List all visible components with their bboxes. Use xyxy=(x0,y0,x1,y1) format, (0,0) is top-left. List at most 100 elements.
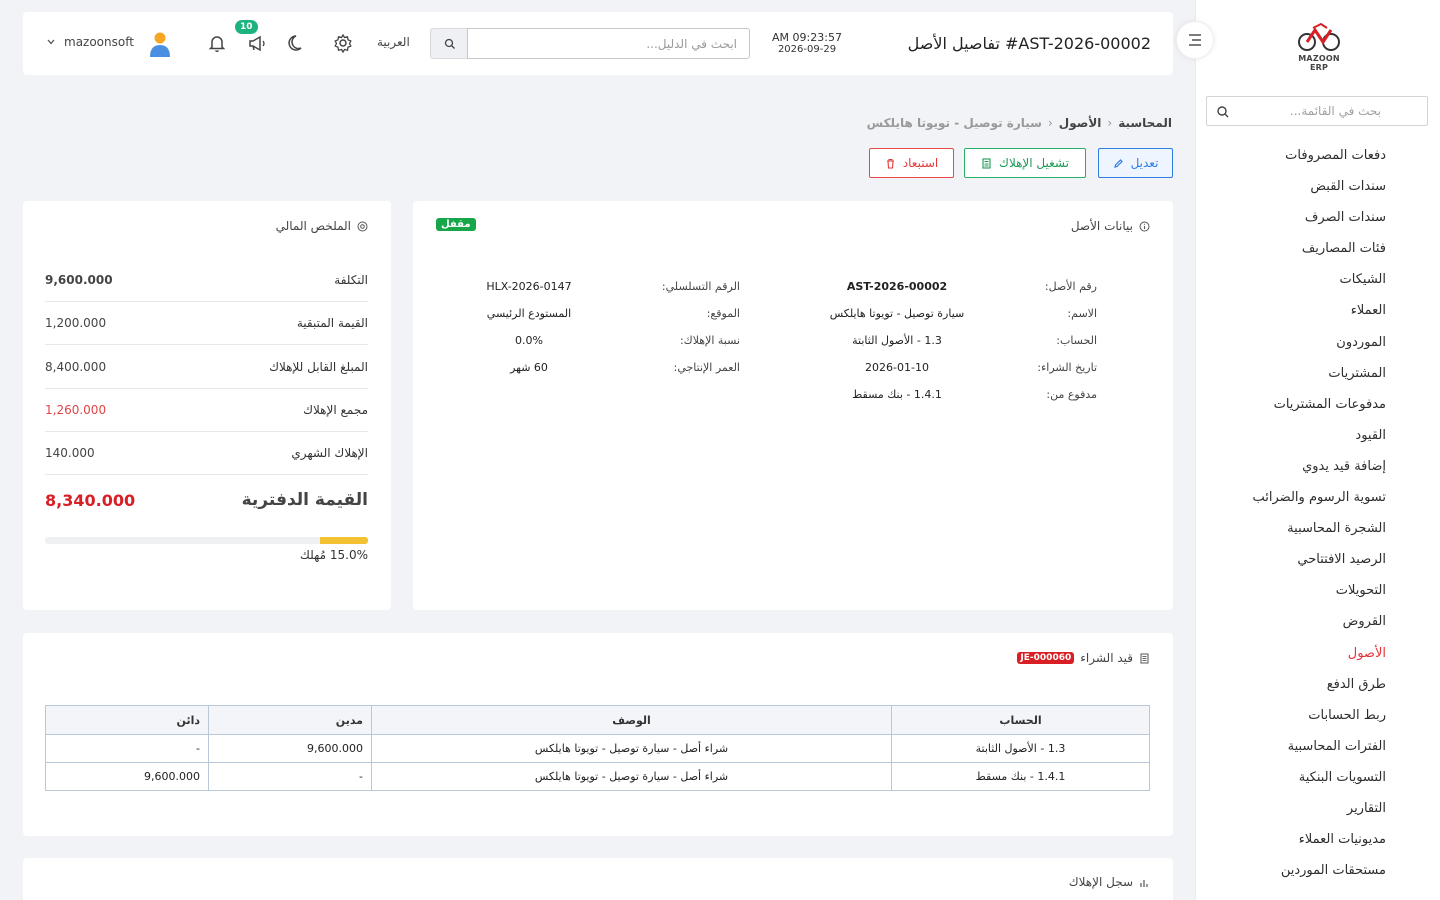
breadcrumb-root[interactable]: المحاسبة xyxy=(1118,116,1172,130)
sidebar-item[interactable]: الشيكات xyxy=(1201,269,1386,300)
sidebar-item[interactable]: القروض xyxy=(1201,611,1386,642)
column-header-account: الحساب xyxy=(891,705,1150,735)
sidebar-item[interactable]: الموردون xyxy=(1201,332,1386,363)
sidebar-search-placeholder: بحث في القائمة... xyxy=(1289,104,1381,118)
calculator-icon xyxy=(982,157,991,169)
coin-icon xyxy=(357,221,368,231)
dispose-button-label: استبعاد xyxy=(902,156,939,170)
edit-button-label: تعديل xyxy=(1130,156,1159,170)
sidebar-item[interactable]: الرصيد الافتتاحي xyxy=(1201,549,1386,580)
avatar[interactable] xyxy=(148,31,172,57)
top-header: تفاصيل الأصل #AST-2026-00002 AM 09:23:57… xyxy=(23,12,1173,75)
financial-row-label: التكلفة xyxy=(334,273,368,287)
financial-summary-card: الملخص المالي التكلفة 9,600.000 القيمة الم… xyxy=(23,201,391,610)
menu-icon xyxy=(1189,34,1201,46)
table-row: 1.4.1 - بنك مسقط شراء أصل - سيارة توصيل … xyxy=(45,762,1150,791)
financial-row-label: المبلغ القابل للإهلاك xyxy=(269,359,368,374)
sidebar: MAZOON ERP بحث في القائمة... دفعات المصر… xyxy=(1195,0,1440,900)
column-header-debit: مدين xyxy=(208,705,372,735)
table-header-row: الحساب الوصف مدين دائن xyxy=(45,705,1150,735)
sidebar-item[interactable]: العملاء xyxy=(1201,300,1386,331)
gear-icon[interactable] xyxy=(332,32,354,54)
dispose-button[interactable]: استبعاد xyxy=(869,148,954,178)
book-value-label: القيمة الدفترية xyxy=(241,490,368,510)
edit-button[interactable]: تعديل xyxy=(1098,148,1173,178)
purchase-entry-title: قيد الشراء JE-000060 xyxy=(1017,651,1150,665)
sidebar-item[interactable]: سندات القبض xyxy=(1201,176,1386,207)
purchase-entry-card: قيد الشراء JE-000060 الحساب الوصف مدين د… xyxy=(23,633,1173,836)
financial-row-label: الإهلاك الشهري xyxy=(291,446,368,461)
sidebar-item[interactable]: مديونيات العملاء xyxy=(1201,829,1386,860)
trash-icon xyxy=(886,158,894,169)
asset-card-title-text: بيانات الأصل xyxy=(1070,219,1133,233)
sidebar-item[interactable]: إضافة قيد يدوي xyxy=(1201,456,1386,487)
depreciation-log-title: سجل الإهلاك xyxy=(1069,875,1150,889)
cell-account: 1.3 - الأصول الثابتة xyxy=(891,734,1150,763)
journal-entry-badge[interactable]: JE-000060 xyxy=(1017,652,1075,664)
financial-row-value: 1,200.000 xyxy=(45,316,107,331)
language-switch[interactable]: العربية xyxy=(377,35,410,49)
dep-rate-value: 0.0% xyxy=(515,334,543,347)
column-header-credit: دائن xyxy=(45,705,209,735)
cell-credit: 9,600.000 xyxy=(45,762,209,791)
sidebar-menu: دفعات المصروفات سندات القبض سندات الصرف فئا… xyxy=(1201,145,1386,891)
bell-icon[interactable] xyxy=(206,32,228,54)
serial-value: HLX-2026-0147 xyxy=(486,280,572,293)
megaphone-icon[interactable] xyxy=(246,32,268,54)
sidebar-item[interactable]: طرق الدفع xyxy=(1201,674,1386,705)
company-logo[interactable]: MAZOON ERP xyxy=(1288,22,1350,72)
cell-description: شراء أصل - سيارة توصيل - تويوتا هايلكس xyxy=(371,734,892,763)
run-depreciation-button[interactable]: تشغيل الإهلاك xyxy=(964,148,1086,178)
sidebar-item[interactable]: الشجرة المحاسبية xyxy=(1201,518,1386,549)
asset-no-label: رقم الأصل: xyxy=(1044,280,1097,293)
asset-details-card: بيانات الأصل مقفل رقم الأصل: AST-2026-00… xyxy=(413,201,1173,610)
sidebar-item[interactable]: ربط الحسابات xyxy=(1201,705,1386,736)
depreciation-progress-text: 15.0% مُهلك xyxy=(300,548,368,562)
sidebar-toggle-button[interactable] xyxy=(1176,21,1214,59)
breadcrumb-parent[interactable]: الأصول xyxy=(1059,116,1102,130)
search-icon xyxy=(444,38,455,49)
sidebar-item[interactable]: مستحقات الموردين xyxy=(1201,860,1386,891)
table-row: 1.3 - الأصول الثابتة شراء أصل - سيارة تو… xyxy=(45,734,1150,763)
sidebar-item[interactable]: دفعات المصروفات xyxy=(1201,145,1386,176)
search-button[interactable] xyxy=(430,28,468,59)
sidebar-item[interactable]: الفترات المحاسبية xyxy=(1201,736,1386,767)
account-label: الحساب: xyxy=(1056,334,1097,347)
sidebar-item[interactable]: التقارير xyxy=(1201,798,1386,829)
sidebar-item[interactable]: تسوية الرسوم والضرائب xyxy=(1201,487,1386,518)
sidebar-search-input[interactable]: بحث في القائمة... xyxy=(1206,96,1428,126)
sidebar-item[interactable]: التحويلات xyxy=(1201,580,1386,611)
logo-text: MAZOON ERP xyxy=(1298,54,1340,72)
useful-life-label: العمر الإنتاجي: xyxy=(673,361,740,374)
chevron-down-icon[interactable] xyxy=(47,39,55,45)
depreciation-progress-fill xyxy=(319,537,368,544)
column-header-description: الوصف xyxy=(371,705,892,735)
book-value: 8,340.000 xyxy=(45,491,136,510)
useful-life-value: 60 شهر xyxy=(510,361,548,374)
sidebar-item[interactable]: الأصول xyxy=(1201,643,1386,674)
asset-name-label: الاسم: xyxy=(1067,307,1097,320)
financial-row-value: 1,260.000 xyxy=(45,402,107,417)
depreciation-log-title-text: سجل الإهلاك xyxy=(1068,875,1133,889)
sidebar-item[interactable]: القيود xyxy=(1201,425,1386,456)
breadcrumb-current: سيارة توصيل - تويوتا هايلكس xyxy=(866,116,1042,130)
clock-time: AM 09:23:57 xyxy=(772,31,842,44)
serial-label: الرقم التسلسلي: xyxy=(661,280,740,293)
moon-icon[interactable] xyxy=(286,32,308,54)
chevron-left-icon: ‹ xyxy=(1107,116,1113,130)
sidebar-item[interactable]: سندات الصرف xyxy=(1201,207,1386,238)
username[interactable]: mazoonsoft xyxy=(64,35,134,49)
financial-row-label: مجمع الإهلاك xyxy=(303,402,368,417)
financial-summary-row: المبلغ القابل للإهلاك 8,400.000 xyxy=(45,346,368,389)
clock: AM 09:23:57 2026-09-29 xyxy=(763,32,851,56)
search-icon xyxy=(1217,106,1229,118)
sidebar-item[interactable]: التسويات البنكية xyxy=(1201,767,1386,798)
asset-name-value: سيارة توصيل - تويوتا هايلكس xyxy=(829,307,965,320)
sidebar-item[interactable]: المشتريات xyxy=(1201,363,1386,394)
asset-no-value: AST-2026-00002 xyxy=(846,280,948,293)
sidebar-item[interactable]: مدفوعات المشتريات xyxy=(1201,394,1386,425)
depreciation-progress-bar xyxy=(45,537,368,544)
sidebar-item[interactable]: فئات المصاريف xyxy=(1201,238,1386,269)
receipt-icon xyxy=(1140,653,1149,663)
global-search-input[interactable]: ابحث في الدليل... xyxy=(467,28,750,59)
